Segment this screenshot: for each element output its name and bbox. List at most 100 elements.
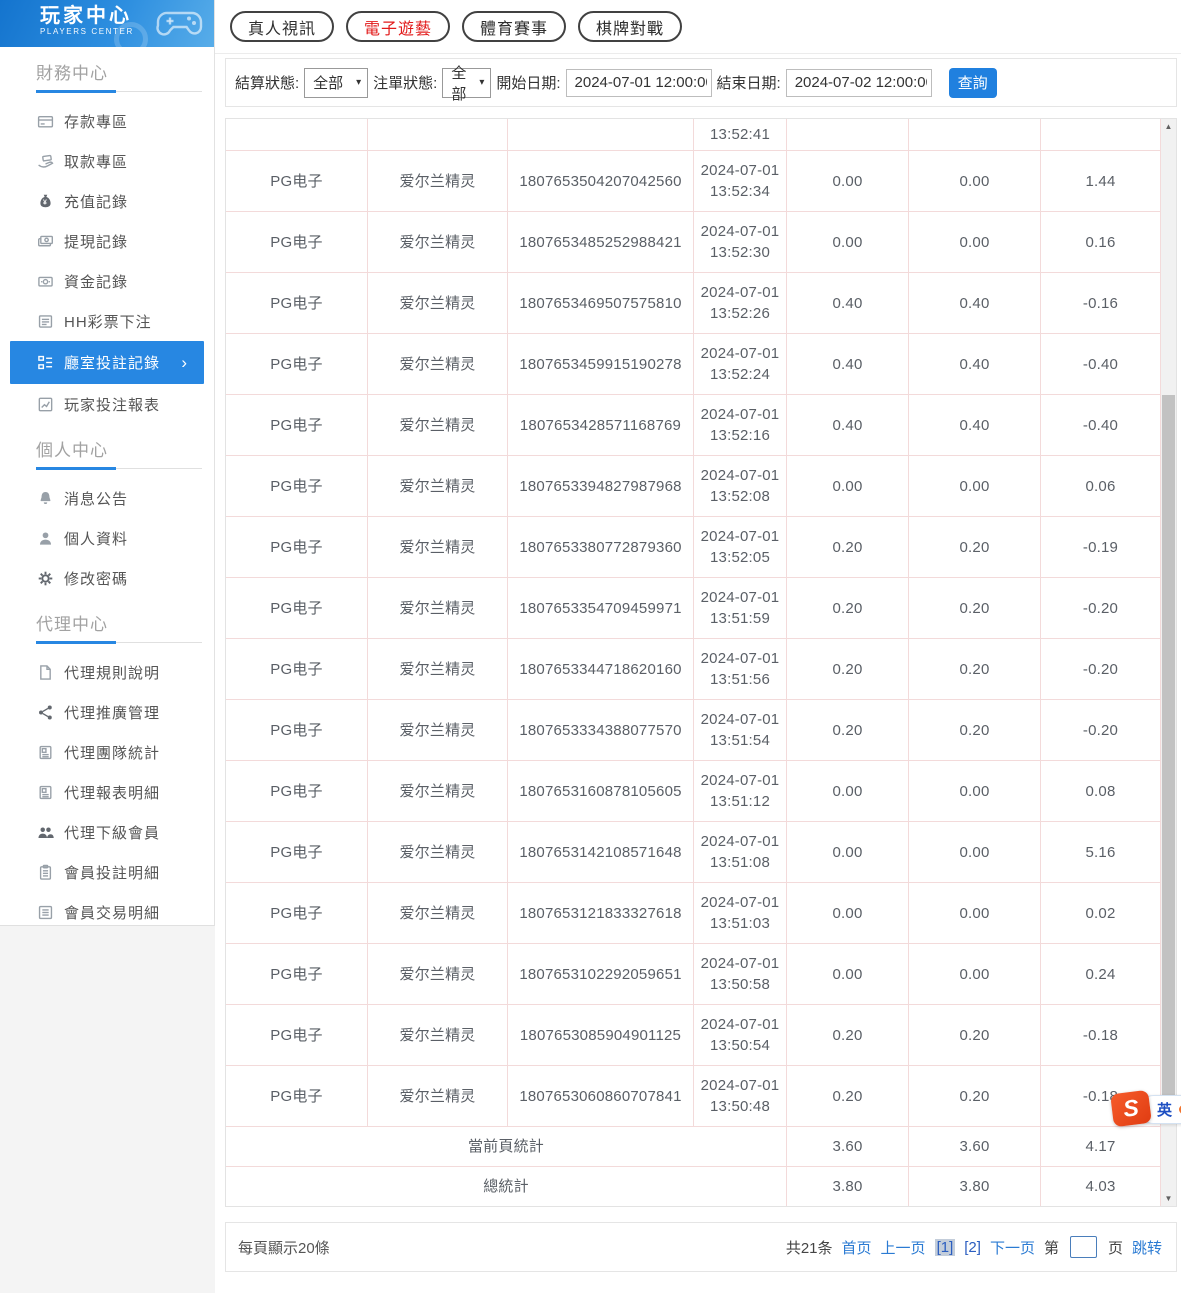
table-cell: -0.20 xyxy=(1041,639,1161,700)
table-cell: 0.00 xyxy=(787,944,909,1005)
table-cell: 5.16 xyxy=(1041,822,1161,883)
table-row: PG电子爱尔兰精灵18076533948279879682024-07-0113… xyxy=(226,456,1161,517)
order-status-select[interactable]: 全部 ▾ xyxy=(442,68,491,98)
sidebar-item-label: 代理報表明細 xyxy=(64,782,160,803)
table-cell xyxy=(508,119,694,151)
jump-page-input[interactable] xyxy=(1070,1236,1097,1258)
translate-badge-icon[interactable]: S xyxy=(1110,1090,1152,1127)
app-logo: 玩家中心 PLAYERS CENTER xyxy=(0,0,214,47)
table-cell: 1807653142108571648 xyxy=(508,822,694,883)
sidebar-item-member-bet-details[interactable]: 會員投註明細 xyxy=(0,852,214,892)
table-cell: PG电子 xyxy=(226,517,368,578)
section-divider xyxy=(36,468,202,469)
table-cell: 1807653344718620160 xyxy=(508,639,694,700)
sidebar-item-change-password[interactable]: 修改密碼 xyxy=(0,558,214,598)
sidebar-item-label: 提現記錄 xyxy=(64,231,128,252)
filter-bar: 結算狀態: 全部 ▾ 注單狀態: 全部 ▾ 開始日期: 結束日期: 查詢 xyxy=(225,58,1177,107)
total-count-text: 共21条 xyxy=(786,1237,833,1258)
table-cell: 1807653485252988421 xyxy=(508,212,694,273)
end-date-input[interactable] xyxy=(786,69,932,97)
sidebar-item-announcements[interactable]: 消息公告 xyxy=(0,478,214,518)
sidebar-item-funds-records[interactable]: 資金記錄 xyxy=(0,261,214,301)
table-row: PG电子爱尔兰精灵18076530608607078412024-07-0113… xyxy=(226,1066,1161,1127)
table-cell: 爱尔兰精灵 xyxy=(368,273,508,334)
sidebar-item-recharge-records[interactable]: ¥充值記錄 xyxy=(0,181,214,221)
first-page-link[interactable]: 首页 xyxy=(842,1237,872,1258)
table-cell: 2024-07-0113:52:26 xyxy=(694,273,787,334)
sidebar-item-withdraw-zone[interactable]: 取款專區 xyxy=(0,141,214,181)
tab-sports[interactable]: 體育賽事 xyxy=(462,11,566,42)
table-cell: 0.20 xyxy=(909,639,1041,700)
sidebar-item-agent-rules[interactable]: 代理規則說明 xyxy=(0,652,214,692)
table-cell: -0.20 xyxy=(1041,578,1161,639)
table-cell: 0.20 xyxy=(909,517,1041,578)
table-cell: 0.00 xyxy=(909,822,1041,883)
page-number-link[interactable]: [2] xyxy=(964,1239,981,1256)
table-cell: 0.20 xyxy=(909,578,1041,639)
table-cell: 1807653085904901125 xyxy=(508,1005,694,1066)
start-date-input[interactable] xyxy=(566,69,712,97)
sidebar-panel: 玩家中心 PLAYERS CENTER 財務中心存款專區取款專區¥充值記錄提現記… xyxy=(0,0,215,926)
sidebar-item-member-transaction-details[interactable]: 會員交易明細 xyxy=(0,892,214,932)
translate-widget[interactable]: 英 S xyxy=(1112,1092,1181,1126)
tab-electronic-games[interactable]: 電子遊藝 xyxy=(346,11,450,42)
table-row: PG电子爱尔兰精灵18076535042070425602024-07-0113… xyxy=(226,151,1161,212)
table-cell: 當前頁統計 xyxy=(226,1127,787,1167)
sidebar-item-room-bet-records[interactable]: 廳室投註記錄› xyxy=(10,341,204,384)
table-cell: 1807653160878105605 xyxy=(508,761,694,822)
table-cell: 0.40 xyxy=(909,334,1041,395)
sidebar-item-agent-team-stats[interactable]: 代理團隊統計 xyxy=(0,732,214,772)
scroll-up-icon[interactable]: ▲ xyxy=(1161,119,1176,134)
translate-lang-label[interactable]: 英 xyxy=(1157,1099,1172,1120)
table-cell: 2024-07-0113:52:16 xyxy=(694,395,787,456)
table-cell: 13:52:41 xyxy=(694,119,787,151)
table-cell: 3.60 xyxy=(909,1127,1041,1167)
table-cell: 3.80 xyxy=(909,1167,1041,1207)
sidebar-item-player-bet-report[interactable]: 玩家投注報表 xyxy=(0,384,214,424)
table-cell: 0.40 xyxy=(909,395,1041,456)
table-cell: 0.00 xyxy=(909,151,1041,212)
table-cell: 爱尔兰精灵 xyxy=(368,761,508,822)
tab-live-video[interactable]: 真人視訊 xyxy=(230,11,334,42)
table-cell: 0.40 xyxy=(909,273,1041,334)
table-row: PG电子爱尔兰精灵18076533547094599712024-07-0113… xyxy=(226,578,1161,639)
members-icon xyxy=(36,823,54,841)
share-icon xyxy=(36,703,54,721)
end-date-label: 結束日期: xyxy=(717,72,781,93)
moneybag-icon: ¥ xyxy=(36,192,54,210)
table-scrollbar[interactable]: ▲ ▼ xyxy=(1161,119,1176,1206)
table-cell: 爱尔兰精灵 xyxy=(368,1066,508,1127)
sidebar-item-profile[interactable]: 個人資料 xyxy=(0,518,214,558)
sidebar-item-withdrawal-records[interactable]: 提現記錄 xyxy=(0,221,214,261)
list-icon xyxy=(36,312,54,330)
table-row: PG电子爱尔兰精灵18076533447186201602024-07-0113… xyxy=(226,639,1161,700)
scrollbar-thumb[interactable] xyxy=(1162,395,1175,1111)
table-cell: 0.00 xyxy=(787,761,909,822)
jump-action-link[interactable]: 跳转 xyxy=(1132,1237,1162,1258)
prev-page-link[interactable]: 上一页 xyxy=(881,1237,926,1258)
next-page-link[interactable]: 下一页 xyxy=(990,1237,1035,1258)
sidebar-item-deposit-zone[interactable]: 存款專區 xyxy=(0,101,214,141)
user-icon xyxy=(36,529,54,547)
settle-status-select[interactable]: 全部 ▾ xyxy=(304,68,368,98)
sidebar-item-hh-lottery-bets[interactable]: HH彩票下注 xyxy=(0,301,214,341)
search-button[interactable]: 查詢 xyxy=(949,68,997,98)
sidebar-item-agent-promotion[interactable]: 代理推廣管理 xyxy=(0,692,214,732)
page-number-link[interactable]: [1] xyxy=(935,1239,956,1256)
table-cell: 0.16 xyxy=(1041,212,1161,273)
table-row: PG电子爱尔兰精灵18076533807728793602024-07-0113… xyxy=(226,517,1161,578)
table-cell: 2024-07-0113:51:12 xyxy=(694,761,787,822)
sidebar-item-agent-sub-members[interactable]: 代理下級會員 xyxy=(0,812,214,852)
sidebar-item-agent-report-details[interactable]: 代理報表明細 xyxy=(0,772,214,812)
sidebar-item-label: 資金記錄 xyxy=(64,271,128,292)
table-cell xyxy=(368,119,508,151)
sidebar-item-label: 存款專區 xyxy=(64,111,128,132)
table-cell: 2024-07-0113:52:24 xyxy=(694,334,787,395)
table-cell: 爱尔兰精灵 xyxy=(368,395,508,456)
table-cell xyxy=(909,119,1041,151)
listbox-icon xyxy=(36,903,54,921)
scroll-down-icon[interactable]: ▼ xyxy=(1161,1191,1176,1206)
bell-icon xyxy=(36,489,54,507)
tab-board-cards[interactable]: 棋牌對戰 xyxy=(578,11,682,42)
sidebar-item-label: 取款專區 xyxy=(64,151,128,172)
